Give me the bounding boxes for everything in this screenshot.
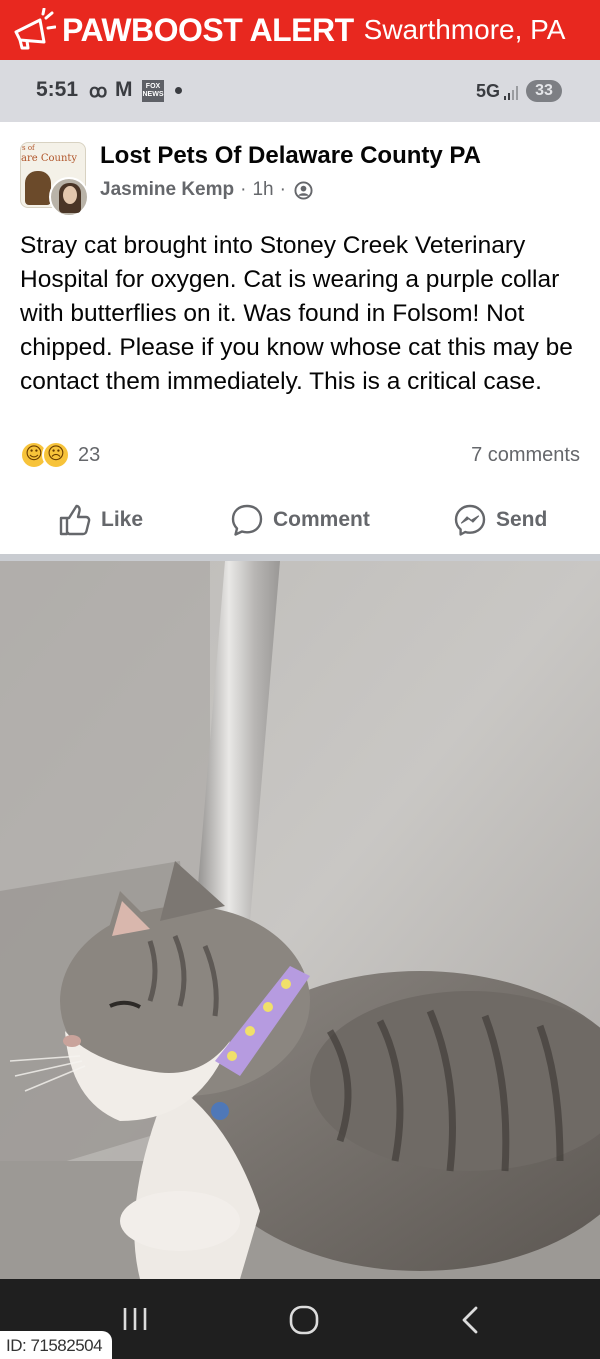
meta-separator: · [240, 179, 247, 200]
gmail-icon: M [115, 78, 133, 101]
send-button[interactable]: Send [453, 500, 547, 540]
status-time: 5:51 [36, 78, 79, 101]
reaction-count: 23 [78, 443, 101, 466]
post-actions: Like Comment Send [0, 492, 600, 548]
messenger-icon [454, 504, 486, 536]
like-label: Like [101, 508, 144, 531]
dot-icon [175, 87, 182, 94]
comment-icon [231, 504, 263, 536]
comment-label: Comment [273, 508, 370, 531]
post-meta: Jasmine Kemp · 1h · [100, 179, 313, 201]
signal-icon [504, 86, 518, 100]
home-icon[interactable] [283, 1303, 323, 1337]
post-photo[interactable] [0, 561, 600, 1279]
comment-button[interactable]: Comment [230, 500, 370, 540]
megaphone-icon [14, 8, 56, 50]
sad-reaction-icon: ☹ [42, 441, 70, 469]
voicemail-icon: ꝏ [89, 81, 108, 101]
group-members-icon [294, 180, 313, 200]
alert-brand: PAWBOOST ALERT [62, 11, 354, 48]
comments-count[interactable]: 7 comments [471, 444, 580, 467]
post-header: s of are County Lost Pets Of Delaware Co… [0, 122, 600, 222]
fox-news-icon: FOX NEWS [142, 80, 164, 102]
send-label: Send [496, 508, 548, 531]
network-type: 5G [476, 81, 501, 101]
status-bar: 5:51 ꝏ M FOX NEWS 5G 33 [0, 60, 600, 122]
post-time[interactable]: 1h [252, 179, 273, 201]
reactions-summary[interactable]: ☺ ☹ 23 [20, 441, 100, 469]
post-body: Stray cat brought into Stoney Creek Vete… [20, 232, 573, 395]
thumbs-up-icon [59, 504, 91, 536]
group-avatar-text: are County [21, 153, 78, 164]
dog-image [25, 171, 51, 205]
cat-photo [0, 561, 600, 1279]
alert-banner: PAWBOOST ALERT Swarthmore, PA [0, 0, 600, 60]
battery-indicator: 33 [526, 80, 562, 102]
recents-icon[interactable] [116, 1303, 156, 1337]
group-name[interactable]: Lost Pets Of Delaware County PA [100, 142, 481, 170]
section-divider [0, 554, 600, 561]
meta-separator: · [279, 179, 286, 200]
author-name[interactable]: Jasmine Kemp [100, 179, 234, 201]
like-button[interactable]: Like [58, 500, 143, 540]
alert-location: Swarthmore, PA [363, 14, 566, 45]
back-icon[interactable] [452, 1303, 492, 1337]
avatar[interactable] [49, 177, 89, 217]
group-avatar-text: s of [22, 144, 35, 152]
image-id-label: ID: 71582504 [0, 1331, 113, 1359]
